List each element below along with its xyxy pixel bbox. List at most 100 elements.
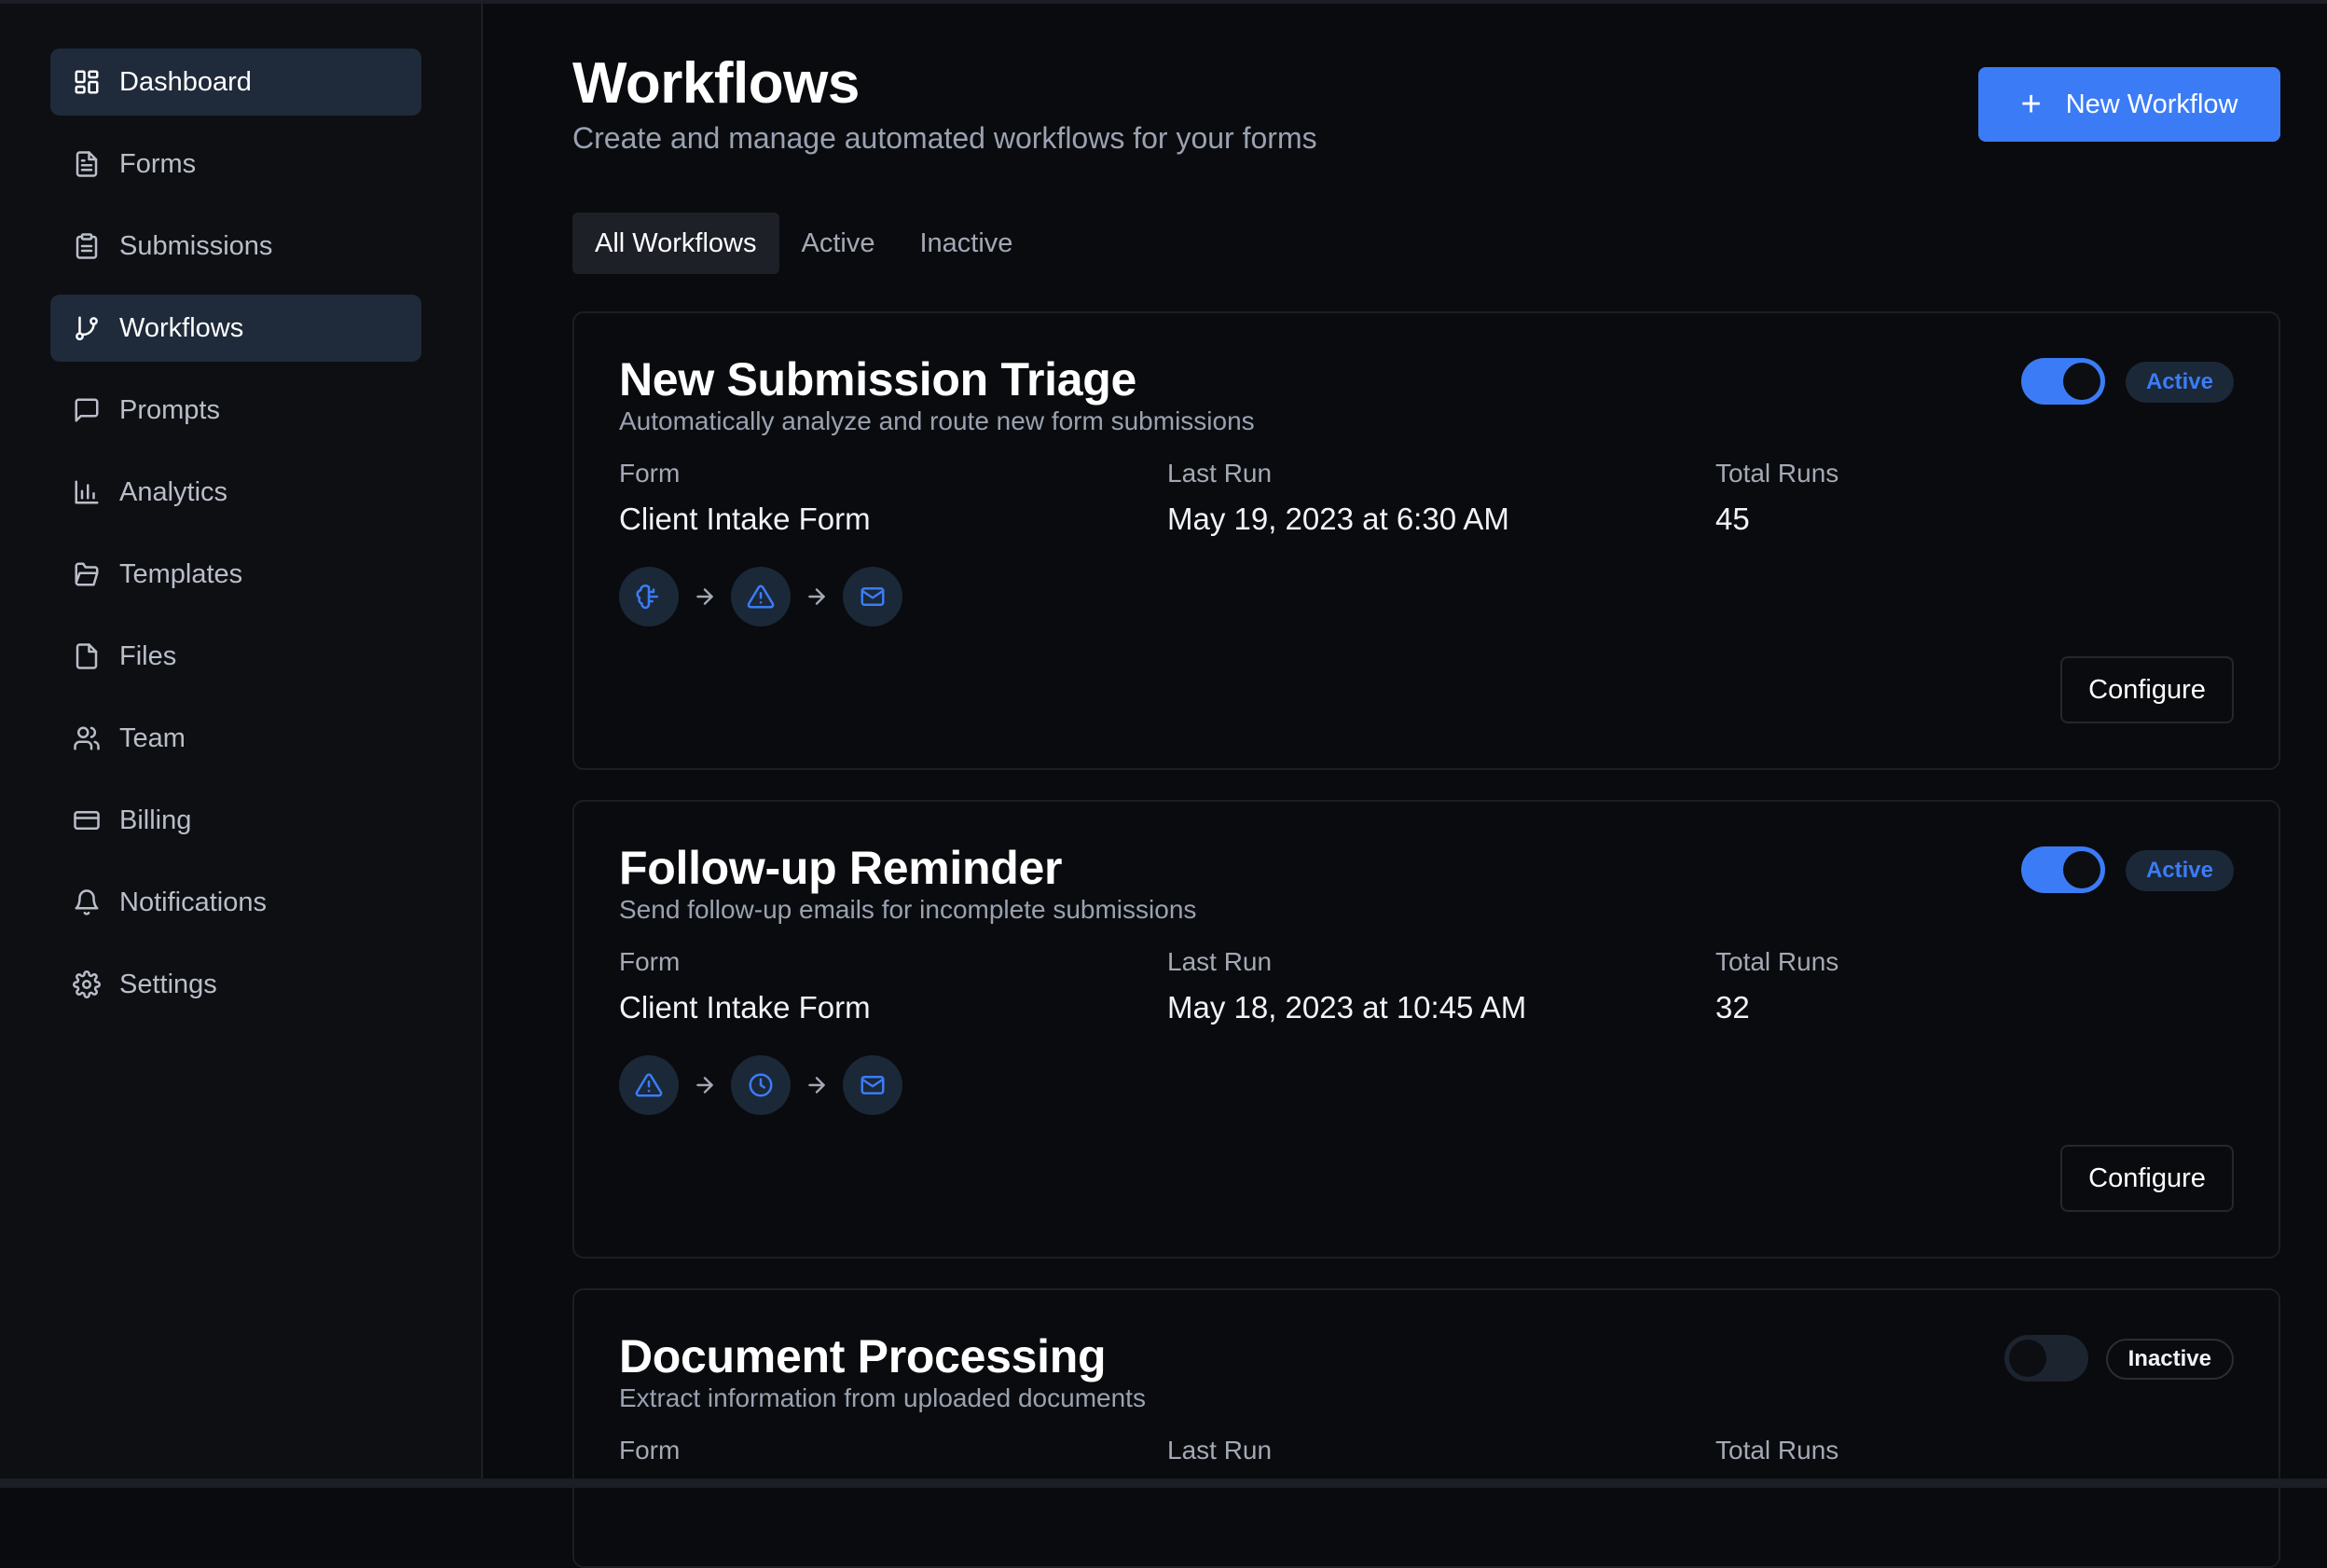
toggle-knob — [2063, 851, 2100, 888]
configure-button[interactable]: Configure — [2060, 1145, 2234, 1212]
sidebar-item-label: Templates — [119, 559, 242, 590]
bottom-border — [0, 1479, 2327, 1488]
total-runs-label: Total Runs — [1715, 459, 1838, 488]
sidebar-item-workflows[interactable]: Workflows — [50, 295, 421, 362]
sidebar-item-label: Settings — [119, 970, 217, 1000]
total-runs-meta: Total Runs — [1715, 1436, 1838, 1465]
total-runs-label: Total Runs — [1715, 1436, 1838, 1465]
sidebar-item-dashboard[interactable]: Dashboard — [50, 48, 421, 116]
form-meta: Form Client Intake Form — [619, 947, 871, 1025]
workflow-description: Send follow-up emails for incomplete sub… — [619, 895, 1196, 925]
message-square-icon — [73, 396, 101, 424]
brain-icon — [619, 567, 679, 626]
clock-icon — [731, 1055, 791, 1115]
git-branch-icon — [73, 314, 101, 342]
last-run-meta: Last Run May 19, 2023 at 6:30 AM — [1167, 459, 1509, 537]
configure-button[interactable]: Configure — [2060, 656, 2234, 723]
form-label: Form — [619, 1436, 680, 1465]
workflow-title: New Submission Triage — [619, 352, 1136, 406]
sidebar-item-settings[interactable]: Settings — [50, 951, 421, 1018]
bar-chart-icon — [73, 478, 101, 506]
sidebar-item-prompts[interactable]: Prompts — [50, 377, 421, 444]
total-runs-meta: Total Runs 45 — [1715, 459, 1838, 537]
mail-icon — [843, 567, 902, 626]
credit-card-icon — [73, 806, 101, 834]
total-runs-label: Total Runs — [1715, 947, 1838, 977]
page-title: Workflows — [572, 50, 860, 117]
sidebar-item-label: Submissions — [119, 231, 272, 262]
sidebar-item-team[interactable]: Team — [50, 705, 421, 772]
workflow-toggle[interactable] — [2021, 358, 2105, 405]
sidebar-item-label: Analytics — [119, 477, 227, 508]
arrow-right-icon — [679, 1073, 731, 1097]
workflow-tabs: All Workflows Active Inactive — [572, 213, 1035, 274]
workflow-steps — [619, 1055, 902, 1115]
workflow-toggle[interactable] — [2004, 1335, 2088, 1382]
last-run-label: Last Run — [1167, 1436, 1272, 1465]
alert-triangle-icon — [619, 1055, 679, 1115]
last-run-meta: Last Run — [1167, 1436, 1272, 1465]
workflow-title: Follow-up Reminder — [619, 841, 1062, 895]
toggle-knob — [2063, 363, 2100, 400]
page-subtitle: Create and manage automated workflows fo… — [572, 121, 1317, 156]
dashboard-icon — [73, 68, 101, 96]
sidebar-nav: Dashboard Forms Submissions Workflows Pr… — [50, 48, 421, 1033]
sidebar-item-analytics[interactable]: Analytics — [50, 459, 421, 526]
status-badge: Active — [2126, 362, 2234, 403]
new-workflow-button[interactable]: + New Workflow — [1978, 67, 2280, 142]
total-runs-value: 32 — [1715, 990, 1838, 1025]
sidebar-item-label: Prompts — [119, 395, 220, 426]
tab-all-workflows[interactable]: All Workflows — [572, 213, 779, 274]
sidebar-item-label: Forms — [119, 149, 196, 180]
sidebar-item-submissions[interactable]: Submissions — [50, 213, 421, 280]
sidebar: Dashboard Forms Submissions Workflows Pr… — [0, 4, 483, 1479]
sidebar-item-files[interactable]: Files — [50, 623, 421, 690]
last-run-value: May 18, 2023 at 10:45 AM — [1167, 990, 1526, 1025]
last-run-meta: Last Run May 18, 2023 at 10:45 AM — [1167, 947, 1526, 1025]
sidebar-item-notifications[interactable]: Notifications — [50, 869, 421, 936]
workflow-title: Document Processing — [619, 1329, 1106, 1383]
last-run-label: Last Run — [1167, 459, 1509, 488]
status-badge: Inactive — [2106, 1339, 2234, 1380]
file-icon — [73, 642, 101, 670]
form-value: Client Intake Form — [619, 502, 871, 537]
sidebar-item-billing[interactable]: Billing — [50, 787, 421, 854]
tab-inactive[interactable]: Inactive — [897, 213, 1035, 274]
sidebar-item-templates[interactable]: Templates — [50, 541, 421, 608]
form-meta: Form Client Intake Form — [619, 459, 871, 537]
arrow-right-icon — [679, 585, 731, 609]
sidebar-item-label: Files — [119, 641, 176, 672]
workflow-description: Extract information from uploaded docume… — [619, 1383, 1146, 1413]
sidebar-item-label: Notifications — [119, 887, 267, 918]
form-label: Form — [619, 459, 871, 488]
gear-icon — [73, 970, 101, 998]
total-runs-meta: Total Runs 32 — [1715, 947, 1838, 1025]
users-icon — [73, 724, 101, 752]
alert-triangle-icon — [731, 567, 791, 626]
form-label: Form — [619, 947, 871, 977]
last-run-value: May 19, 2023 at 6:30 AM — [1167, 502, 1509, 537]
toggle-knob — [2009, 1340, 2046, 1377]
arrow-right-icon — [791, 585, 843, 609]
tab-active[interactable]: Active — [779, 213, 898, 274]
workflow-card: Follow-up Reminder Send follow-up emails… — [572, 800, 2280, 1259]
form-value: Client Intake Form — [619, 990, 871, 1025]
document-icon — [73, 150, 101, 178]
folder-open-icon — [73, 560, 101, 588]
status-badge: Active — [2126, 850, 2234, 891]
sidebar-item-label: Workflows — [119, 313, 243, 344]
sidebar-item-label: Billing — [119, 805, 191, 836]
plus-icon: + — [2021, 87, 2042, 122]
workflow-toggle[interactable] — [2021, 846, 2105, 893]
sidebar-item-label: Team — [119, 723, 186, 754]
arrow-right-icon — [791, 1073, 843, 1097]
bell-icon — [73, 888, 101, 916]
last-run-label: Last Run — [1167, 947, 1526, 977]
sidebar-item-label: Dashboard — [119, 67, 252, 98]
total-runs-value: 45 — [1715, 502, 1838, 537]
new-workflow-label: New Workflow — [2066, 89, 2238, 120]
workflow-steps — [619, 567, 902, 626]
workflow-card: Document Processing Extract information … — [572, 1288, 2280, 1568]
mail-icon — [843, 1055, 902, 1115]
sidebar-item-forms[interactable]: Forms — [50, 131, 421, 198]
